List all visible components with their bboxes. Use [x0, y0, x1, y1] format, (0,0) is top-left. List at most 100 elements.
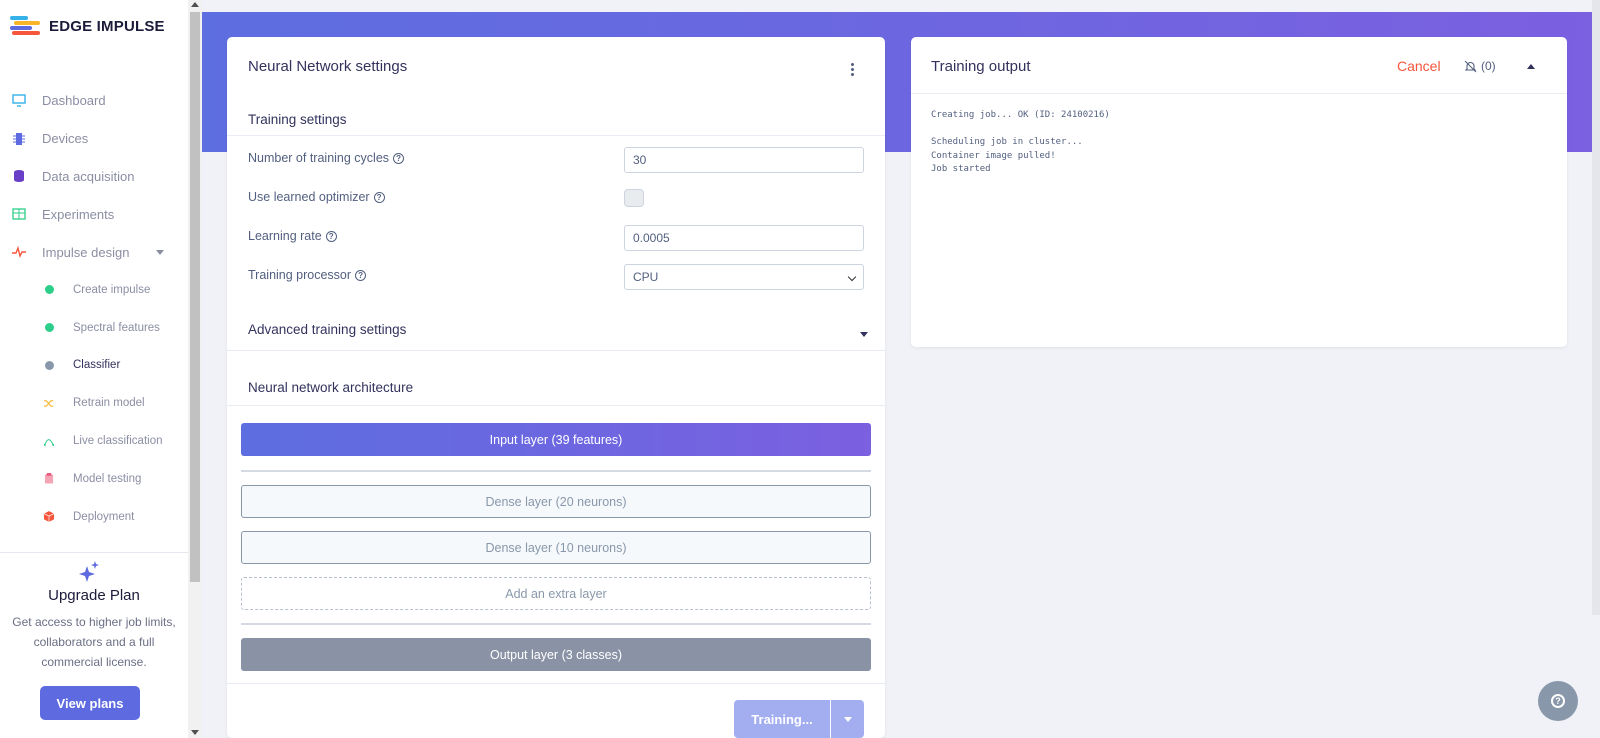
sidebar-nav: Dashboard Devices Data acquisition Exper… — [0, 82, 188, 550]
app-name: EDGE IMPULSE — [49, 17, 165, 35]
sidebar-item-dashboard[interactable]: Dashboard — [0, 82, 188, 120]
learning-rate-input[interactable] — [624, 225, 864, 251]
upgrade-title: Upgrade Plan — [48, 587, 140, 604]
learned-optimizer-label: Use learned optimizer ? — [248, 190, 385, 204]
architecture-title: Neural network architecture — [248, 380, 414, 395]
edge-impulse-logo-icon — [10, 16, 40, 36]
sidebar-item-label: Data acquisition — [42, 168, 135, 184]
sparkle-icon — [79, 561, 99, 582]
add-layer-button[interactable]: Add an extra layer — [241, 577, 871, 610]
help-icon[interactable]: ? — [325, 230, 337, 242]
dense-layer-2[interactable]: Dense layer (10 neurons) — [241, 531, 871, 564]
page-scroll-thumb[interactable] — [1592, 0, 1600, 615]
sidebar-item-label: Devices — [42, 131, 89, 147]
train-options-dropdown[interactable] — [831, 700, 864, 738]
page-scrollbar[interactable] — [1592, 0, 1600, 738]
question-icon: ? — [1551, 694, 1565, 708]
upgrade-description: Get access to higher job limits, collabo… — [12, 615, 176, 669]
chevron-down-icon — [847, 272, 857, 282]
chip-icon — [12, 132, 26, 146]
input-layer[interactable]: Input layer (39 features) — [241, 423, 871, 456]
notifications-count: (0) — [1481, 59, 1496, 73]
scroll-down-icon[interactable] — [191, 730, 199, 735]
divider — [227, 405, 885, 406]
sidebar-item-create-impulse[interactable]: Create impulse — [0, 271, 188, 309]
training-processor-label: Training processor ? — [248, 268, 367, 282]
monitor-icon — [12, 94, 26, 108]
advanced-settings-toggle[interactable]: Advanced training settings — [248, 322, 406, 337]
learning-rate-label-text: Learning rate — [248, 229, 322, 243]
sidebar-item-label: Model testing — [73, 472, 142, 485]
upgrade-panel: Upgrade Plan Get access to higher job li… — [0, 552, 188, 738]
pulse-icon — [12, 245, 26, 259]
sidebar-item-label: Classifier — [73, 359, 121, 372]
divider — [227, 135, 885, 136]
cancel-button[interactable]: Cancel — [1397, 58, 1441, 74]
sidebar-item-label: Experiments — [42, 206, 115, 222]
scroll-up-icon[interactable] — [191, 2, 199, 7]
clipboard-icon — [44, 472, 54, 486]
sidebar-item-data-acquisition[interactable]: Data acquisition — [0, 158, 188, 196]
shuffle-icon — [44, 396, 54, 410]
more-options-icon[interactable] — [851, 63, 855, 76]
divider — [911, 93, 1567, 94]
learned-optimizer-checkbox[interactable] — [624, 189, 644, 207]
sidebar-item-label: Live classification — [73, 435, 163, 448]
help-button[interactable]: ? — [1538, 681, 1578, 721]
layer-separator — [241, 623, 871, 625]
sidebar-item-experiments[interactable]: Experiments — [0, 195, 188, 233]
sidebar-item-spectral-features[interactable]: Spectral features — [0, 309, 188, 347]
training-output-card: Training output Cancel (0) Creating job.… — [911, 37, 1567, 347]
dense-layer-1[interactable]: Dense layer (20 neurons) — [241, 485, 871, 518]
status-dot-icon — [44, 283, 54, 297]
training-processor-value: CPU — [633, 270, 659, 284]
training-log: Creating job... OK (ID: 24100216) Schedu… — [931, 110, 1110, 174]
logo[interactable]: EDGE IMPULSE — [10, 16, 165, 36]
sidebar-item-label: Spectral features — [73, 321, 160, 334]
training-processor-label-text: Training processor — [248, 268, 352, 282]
box-icon — [44, 510, 54, 524]
output-layer[interactable]: Output layer (3 classes) — [241, 638, 871, 671]
curve-icon — [44, 434, 54, 448]
layer-separator — [241, 470, 871, 472]
training-processor-select[interactable]: CPU — [624, 264, 864, 290]
chevron-down-icon[interactable] — [860, 332, 868, 337]
nn-settings-card: Neural Network settings Training setting… — [227, 37, 885, 738]
training-cycles-input[interactable] — [624, 147, 864, 173]
sidebar-item-devices[interactable]: Devices — [0, 120, 188, 158]
help-icon[interactable]: ? — [393, 152, 405, 164]
sidebar-item-classifier[interactable]: Classifier — [0, 347, 188, 385]
status-dot-icon — [44, 321, 54, 335]
sidebar-item-label: Impulse design — [42, 244, 130, 260]
chevron-down-icon — [156, 250, 164, 256]
view-plans-button[interactable]: View plans — [40, 686, 140, 720]
sidebar-item-label: Deployment — [73, 510, 135, 523]
training-cycles-label-text: Number of training cycles — [248, 151, 390, 165]
sidebar-item-live-classification[interactable]: Live classification — [0, 422, 188, 460]
bell-off-icon — [1464, 60, 1477, 72]
train-button[interactable]: Training... — [734, 700, 830, 738]
sidebar-item-retrain-model[interactable]: Retrain model — [0, 384, 188, 422]
scroll-thumb[interactable] — [190, 12, 200, 582]
chevron-up-icon[interactable] — [1527, 64, 1535, 69]
training-cycles-label: Number of training cycles ? — [248, 151, 405, 165]
help-icon[interactable]: ? — [355, 269, 367, 281]
table-icon — [12, 207, 26, 221]
sidebar-item-deployment[interactable]: Deployment — [0, 498, 188, 536]
sidebar-item-model-testing[interactable]: Model testing — [0, 460, 188, 498]
notifications-toggle[interactable]: (0) — [1464, 59, 1496, 73]
sidebar: EDGE IMPULSE Dashboard Devices Data acqu… — [0, 0, 188, 738]
help-icon[interactable]: ? — [373, 191, 385, 203]
learned-optimizer-label-text: Use learned optimizer — [248, 190, 370, 204]
status-dot-icon — [44, 358, 54, 372]
chevron-down-icon — [844, 717, 852, 722]
learning-rate-label: Learning rate ? — [248, 229, 337, 243]
training-settings-title: Training settings — [248, 112, 347, 127]
database-icon — [12, 169, 26, 183]
sidebar-item-impulse-design[interactable]: Impulse design — [0, 233, 188, 271]
sidebar-item-label: Dashboard — [42, 93, 106, 109]
nn-settings-title: Neural Network settings — [248, 58, 408, 75]
sidebar-scrollbar[interactable] — [188, 0, 202, 738]
training-output-title: Training output — [931, 58, 1031, 75]
sidebar-item-label: Retrain model — [73, 397, 145, 410]
